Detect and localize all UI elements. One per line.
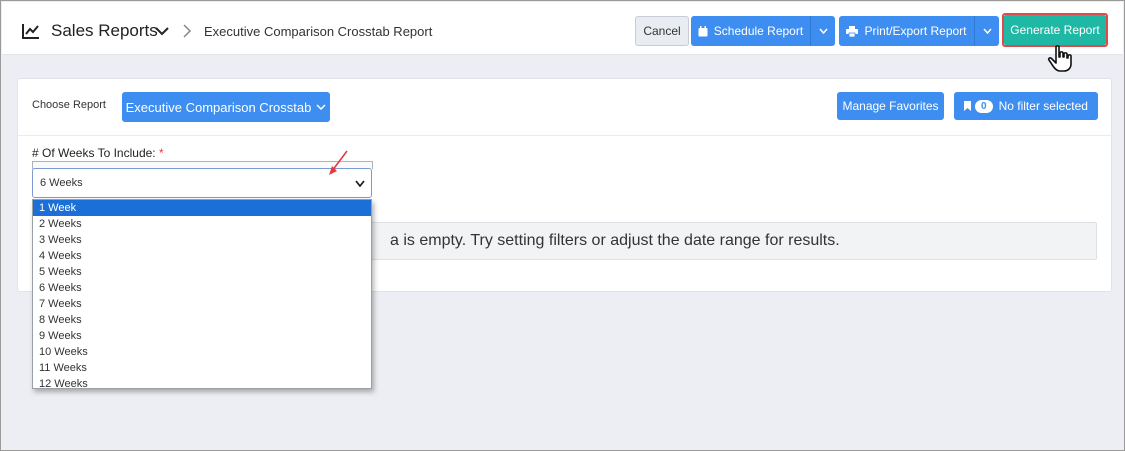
required-marker: * [158, 146, 164, 160]
chevron-down-icon[interactable] [155, 26, 169, 36]
choose-report-dropdown[interactable]: Executive Comparison Crosstab [122, 92, 330, 122]
selected-report-label: Executive Comparison Crosstab [125, 99, 312, 115]
calendar-icon [698, 25, 708, 36]
schedule-report-dropdown[interactable] [810, 16, 835, 46]
weeks-selected-value: 6 Weeks [40, 177, 83, 189]
weeks-option[interactable]: 2 Weeks [33, 216, 371, 232]
weeks-option[interactable]: 3 Weeks [33, 232, 371, 248]
print-export-dropdown[interactable] [974, 16, 999, 46]
chevron-down-icon [818, 28, 828, 34]
chevron-down-icon [355, 180, 365, 187]
filter-button[interactable]: 0 No filter selected [954, 92, 1098, 120]
weeks-dropdown-list: 1 Week 2 Weeks 3 Weeks 4 Weeks 5 Weeks 6 Week… [32, 199, 372, 389]
cancel-button-label: Cancel [643, 24, 681, 38]
generate-report-label: Generate Report [1010, 23, 1100, 37]
weeks-option[interactable]: 4 Weeks [33, 248, 371, 264]
chevron-right-icon [183, 24, 192, 38]
empty-data-text: a is empty. Try setting filters or adjus… [390, 232, 840, 249]
cancel-button[interactable]: Cancel [635, 16, 689, 46]
red-arrow-icon [329, 150, 348, 175]
weeks-option[interactable]: 9 Weeks [33, 328, 371, 344]
printer-icon [846, 25, 859, 37]
bookmark-icon [964, 101, 972, 111]
weeks-option[interactable]: 11 Weeks [33, 360, 371, 376]
weeks-option[interactable]: 10 Weeks [33, 344, 371, 360]
breadcrumb: Executive Comparison Crosstab Report [204, 24, 433, 39]
print-export-label: Print/Export Report [864, 24, 967, 38]
page-title: Sales Reports [51, 21, 158, 40]
generate-report-button[interactable]: Generate Report [1004, 15, 1106, 45]
weeks-option[interactable]: 12 Weeks [33, 376, 371, 388]
filter-count-badge: 0 [975, 99, 993, 113]
weeks-option[interactable]: 1 Week [33, 200, 371, 216]
weeks-option[interactable]: 7 Weeks [33, 296, 371, 312]
chart-line-icon [22, 24, 39, 39]
weeks-option[interactable]: 6 Weeks [33, 280, 371, 296]
app-window: Sales Reports Executive Comparison Cross… [0, 0, 1125, 451]
weeks-option[interactable]: 5 Weeks [33, 264, 371, 280]
filter-status-label: No filter selected [998, 99, 1088, 113]
report-toolbar: Choose Report Executive Comparison Cross… [18, 79, 1111, 136]
schedule-report-button[interactable]: Schedule Report [691, 16, 810, 46]
weeks-select[interactable]: 6 Weeks [32, 168, 372, 198]
schedule-report-label: Schedule Report [713, 24, 804, 38]
weeks-label-text: # Of Weeks To Include: [32, 146, 156, 160]
manage-favorites-label: Manage Favorites [842, 99, 939, 113]
choose-report-label: Choose Report [32, 99, 106, 111]
chevron-down-icon [982, 28, 992, 34]
weeks-option[interactable]: 8 Weeks [33, 312, 371, 328]
weeks-field-label: # Of Weeks To Include: * [32, 146, 164, 160]
manage-favorites-button[interactable]: Manage Favorites [837, 92, 944, 120]
hand-cursor-icon [1047, 45, 1072, 72]
print-export-button[interactable]: Print/Export Report [839, 16, 974, 46]
chevron-down-icon [316, 104, 326, 110]
